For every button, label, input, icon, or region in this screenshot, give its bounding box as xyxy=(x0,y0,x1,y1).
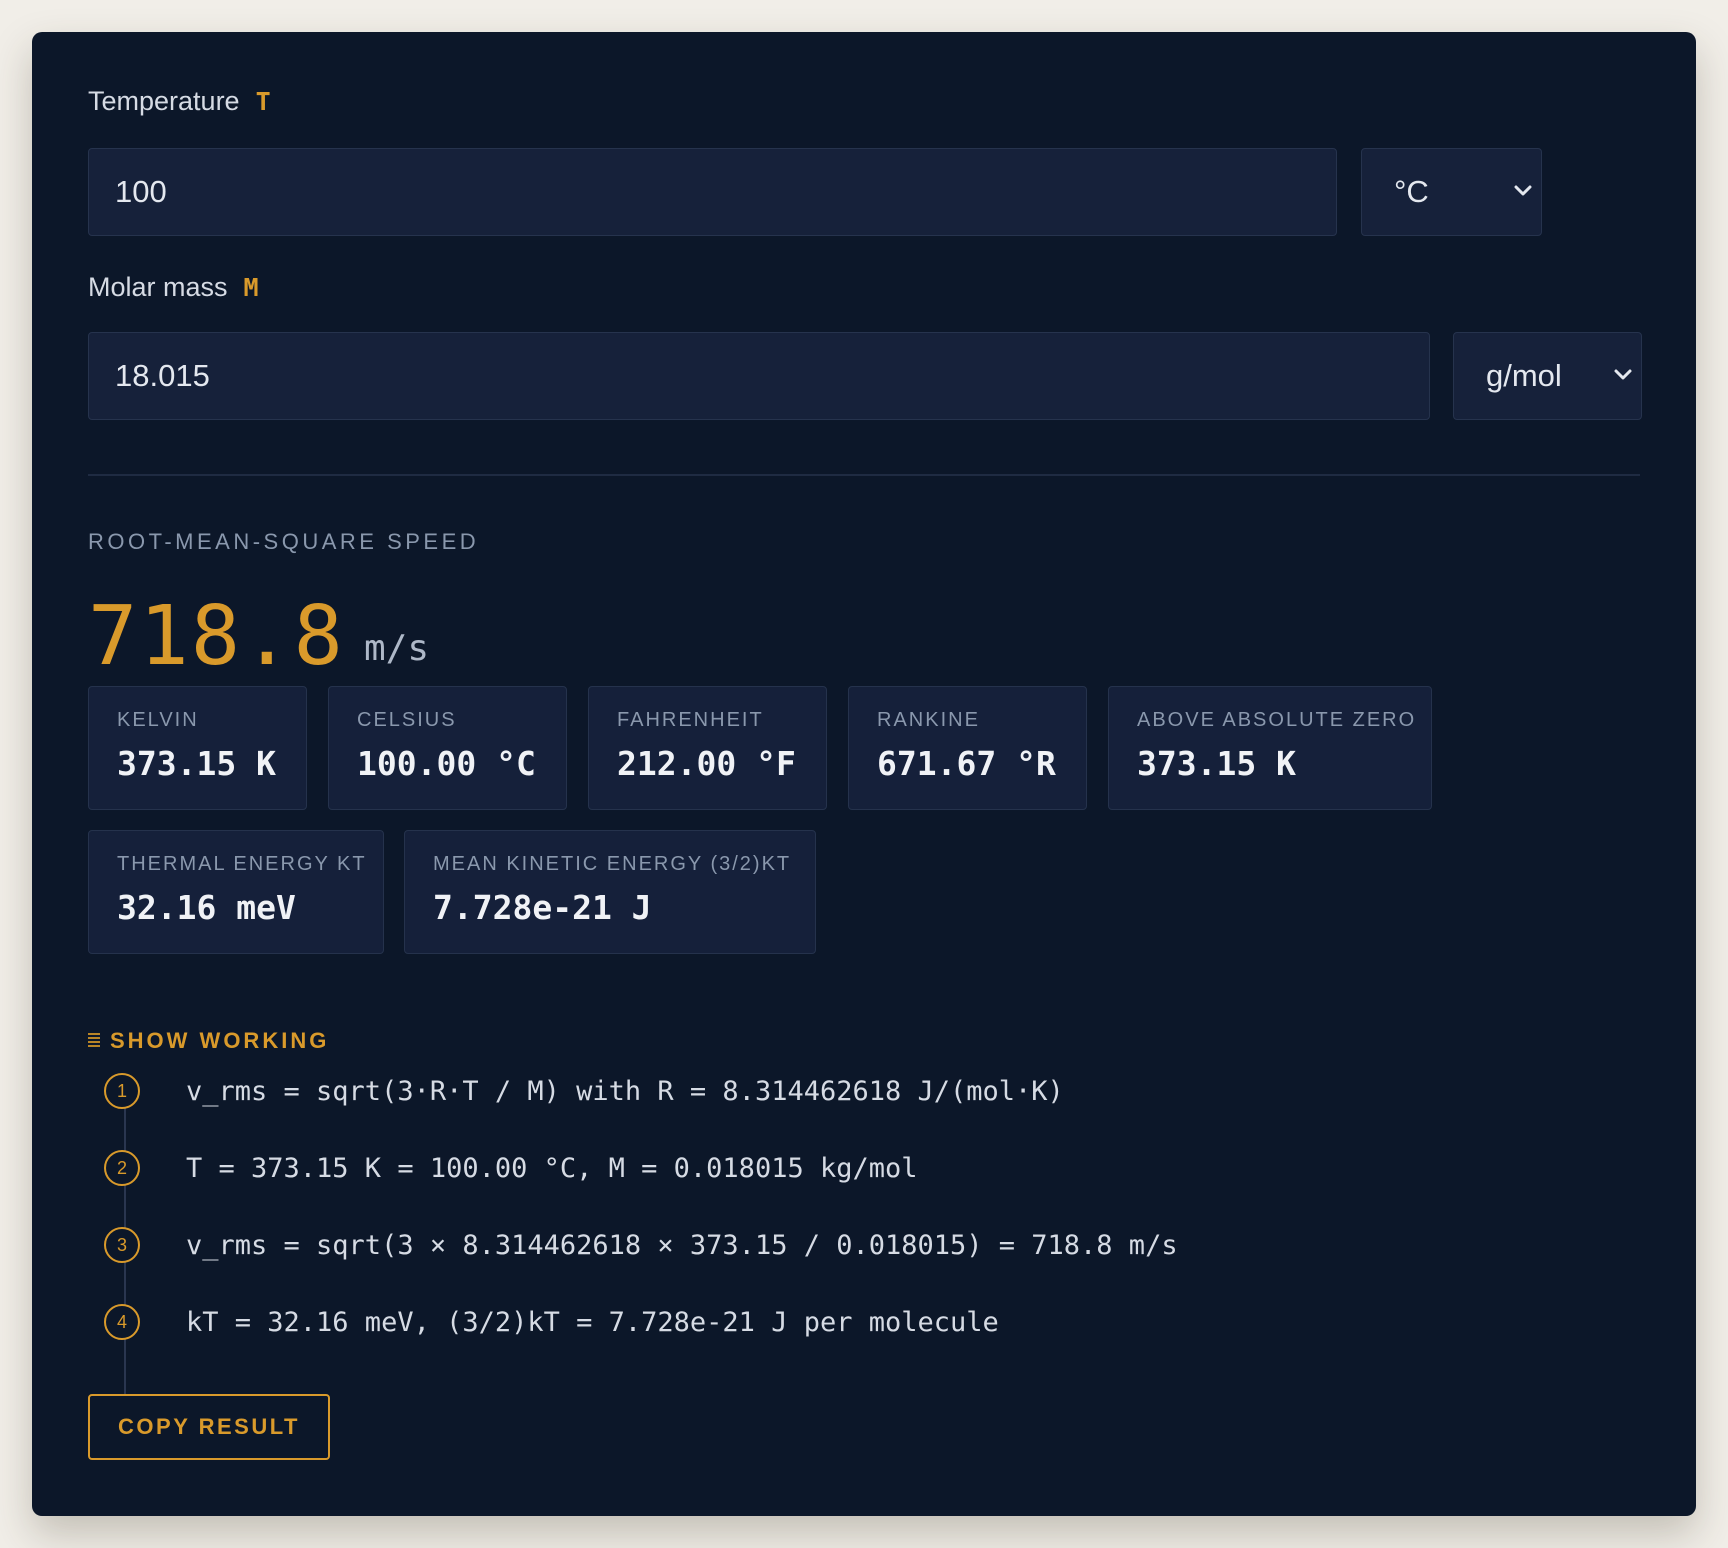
step-text: T = 373.15 K = 100.00 °C, M = 0.018015 k… xyxy=(186,1152,918,1184)
molar-mass-input[interactable]: 18.015 xyxy=(88,332,1430,420)
stat-label: FAHRENHEIT xyxy=(617,709,764,731)
divider xyxy=(88,474,1640,476)
result-unit: m/s xyxy=(364,628,430,669)
step-number: 4 xyxy=(104,1304,140,1340)
stat-rankine: RANKINE 671.67 °R xyxy=(848,686,1087,810)
step-number: 1 xyxy=(104,1073,140,1109)
stat-celsius: CELSIUS 100.00 °C xyxy=(328,686,567,810)
stat-value: 671.67 °R xyxy=(877,744,1056,783)
result-value: 718.8 xyxy=(88,589,345,684)
step-number: 3 xyxy=(104,1227,140,1263)
stat-mean-kinetic-energy: MEAN KINETIC ENERGY (3/2)KT 7.728e-21 J xyxy=(404,830,816,954)
molar-mass-unit-select[interactable]: g/mol xyxy=(1453,332,1642,420)
list-icon xyxy=(88,1033,100,1049)
stat-value: 7.728e-21 J xyxy=(433,888,652,927)
step-number: 2 xyxy=(104,1150,140,1186)
show-working-label: SHOW WORKING xyxy=(110,1028,330,1053)
temperature-symbol: T xyxy=(255,87,271,116)
stat-value: 373.15 K xyxy=(117,744,276,783)
temperature-label-row: Temperature T xyxy=(88,86,271,117)
stat-thermal-energy: THERMAL ENERGY KT 32.16 meV xyxy=(88,830,384,954)
stat-kelvin: KELVIN 373.15 K xyxy=(88,686,307,810)
chevron-down-icon xyxy=(1514,185,1532,196)
step-text: kT = 32.16 meV, (3/2)kT = 7.728e-21 J pe… xyxy=(186,1306,999,1338)
result-label: ROOT-MEAN-SQUARE SPEED xyxy=(88,529,480,554)
stat-label: THERMAL ENERGY KT xyxy=(117,853,367,875)
molar-mass-unit-value: g/mol xyxy=(1486,358,1562,393)
stat-value: 32.16 meV xyxy=(117,888,296,927)
copy-result-button[interactable]: COPY RESULT xyxy=(88,1394,330,1460)
working-step: 2 T = 373.15 K = 100.00 °C, M = 0.018015… xyxy=(104,1150,918,1186)
show-working-toggle[interactable]: SHOW WORKING xyxy=(88,1028,329,1054)
stat-value: 100.00 °C xyxy=(357,744,536,783)
molar-mass-label: Molar mass xyxy=(88,272,228,302)
temperature-unit-value: °C xyxy=(1394,174,1429,209)
temperature-unit-select[interactable]: °C xyxy=(1361,148,1542,236)
molar-mass-label-row: Molar mass M xyxy=(88,272,259,303)
working-step: 1 v_rms = sqrt(3·R·T / M) with R = 8.314… xyxy=(104,1073,1064,1109)
calculator-panel: Temperature T 100 °C Molar mass M 18.015… xyxy=(32,32,1696,1516)
stat-label: MEAN KINETIC ENERGY (3/2)KT xyxy=(433,853,792,875)
stat-fahrenheit: FAHRENHEIT 212.00 °F xyxy=(588,686,827,810)
temperature-input[interactable]: 100 xyxy=(88,148,1337,236)
step-text: v_rms = sqrt(3·R·T / M) with R = 8.31446… xyxy=(186,1075,1064,1107)
stat-label: RANKINE xyxy=(877,709,980,731)
stat-label: ABOVE ABSOLUTE ZERO xyxy=(1137,709,1417,731)
stat-value: 373.15 K xyxy=(1137,744,1296,783)
molar-mass-symbol: M xyxy=(243,273,259,302)
working-step: 3 v_rms = sqrt(3 × 8.314462618 × 373.15 … xyxy=(104,1227,1178,1263)
chevron-down-icon xyxy=(1614,369,1632,380)
stat-label: KELVIN xyxy=(117,709,199,731)
stat-above-absolute-zero: ABOVE ABSOLUTE ZERO 373.15 K xyxy=(1108,686,1432,810)
stat-value: 212.00 °F xyxy=(617,744,796,783)
step-text: v_rms = sqrt(3 × 8.314462618 × 373.15 / … xyxy=(186,1229,1178,1261)
stat-label: CELSIUS xyxy=(357,709,457,731)
temperature-label: Temperature xyxy=(88,86,240,116)
working-step: 4 kT = 32.16 meV, (3/2)kT = 7.728e-21 J … xyxy=(104,1304,999,1340)
